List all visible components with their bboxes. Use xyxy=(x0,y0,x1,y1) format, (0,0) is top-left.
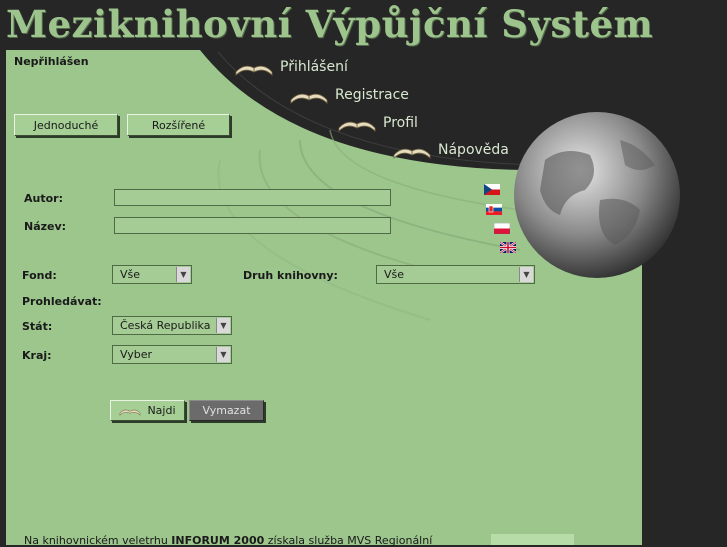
slovak-flag-icon[interactable] xyxy=(486,204,502,215)
region-label: Kraj: xyxy=(22,349,52,362)
title-input[interactable] xyxy=(114,217,391,234)
czech-flag-icon[interactable] xyxy=(484,184,500,195)
region-select[interactable]: Vyber ▼ xyxy=(112,345,232,364)
chevron-down-icon[interactable]: ▼ xyxy=(176,267,190,282)
polish-flag-icon[interactable] xyxy=(494,223,510,234)
open-book-icon xyxy=(235,65,273,76)
library-type-select[interactable]: Vše ▼ xyxy=(376,265,535,284)
open-book-icon xyxy=(290,93,328,104)
nav-register[interactable]: Registrace xyxy=(289,85,409,105)
fond-select-value: Vše xyxy=(120,268,141,281)
footer-text-start: Na knihovnickém veletrhu xyxy=(24,534,172,547)
nav-login[interactable]: Přihlášení xyxy=(234,57,348,77)
chevron-down-icon[interactable]: ▼ xyxy=(216,318,230,333)
fond-select[interactable]: Vše ▼ xyxy=(112,265,192,284)
find-button-label: Najdi xyxy=(147,404,176,417)
library-type-select-value: Vše xyxy=(384,268,405,281)
region-select-value: Vyber xyxy=(120,348,153,361)
footer-news: Na knihovnickém veletrhu INFORUM 2000 zí… xyxy=(24,534,432,547)
nav-profile[interactable]: Profil xyxy=(337,113,418,133)
chevron-down-icon[interactable]: ▼ xyxy=(519,267,533,282)
nav-help-label: Nápověda xyxy=(438,142,509,158)
promo-banner[interactable] xyxy=(491,534,574,545)
open-book-icon xyxy=(393,148,431,159)
nav-profile-label: Profil xyxy=(383,115,418,131)
footer-text-end: získala služba MVS Regionální xyxy=(264,534,433,547)
state-select-value: Česká Republika xyxy=(120,319,211,332)
simple-search-button[interactable]: Jednoduché xyxy=(14,114,118,136)
advanced-search-button[interactable]: Rozšířené xyxy=(127,114,230,136)
nav-register-label: Registrace xyxy=(335,87,409,103)
clear-button[interactable]: Vymazat xyxy=(189,400,264,421)
login-status: Nepřihlášen xyxy=(14,55,89,68)
open-book-icon xyxy=(120,409,141,416)
library-type-label: Druh knihovny: xyxy=(243,269,338,282)
footer-highlight: INFORUM 2000 xyxy=(171,534,265,547)
state-select[interactable]: Česká Republika ▼ xyxy=(112,316,232,335)
author-input[interactable] xyxy=(114,189,391,206)
find-button[interactable]: Najdi xyxy=(110,400,185,421)
search-in-label: Prohledávat: xyxy=(22,295,102,308)
title-label: Název: xyxy=(24,220,67,233)
nav-login-label: Přihlášení xyxy=(280,59,348,75)
chevron-down-icon[interactable]: ▼ xyxy=(216,347,230,362)
header: Meziknihovní Výpůjční Systém xyxy=(0,0,727,50)
english-flag-icon[interactable] xyxy=(500,242,516,253)
nav-help[interactable]: Nápověda xyxy=(392,140,509,160)
fond-label: Fond: xyxy=(22,269,57,282)
open-book-icon xyxy=(338,121,376,132)
state-label: Stát: xyxy=(22,320,53,333)
author-label: Autor: xyxy=(24,192,63,205)
site-title: Meziknihovní Výpůjční Systém xyxy=(6,2,654,46)
